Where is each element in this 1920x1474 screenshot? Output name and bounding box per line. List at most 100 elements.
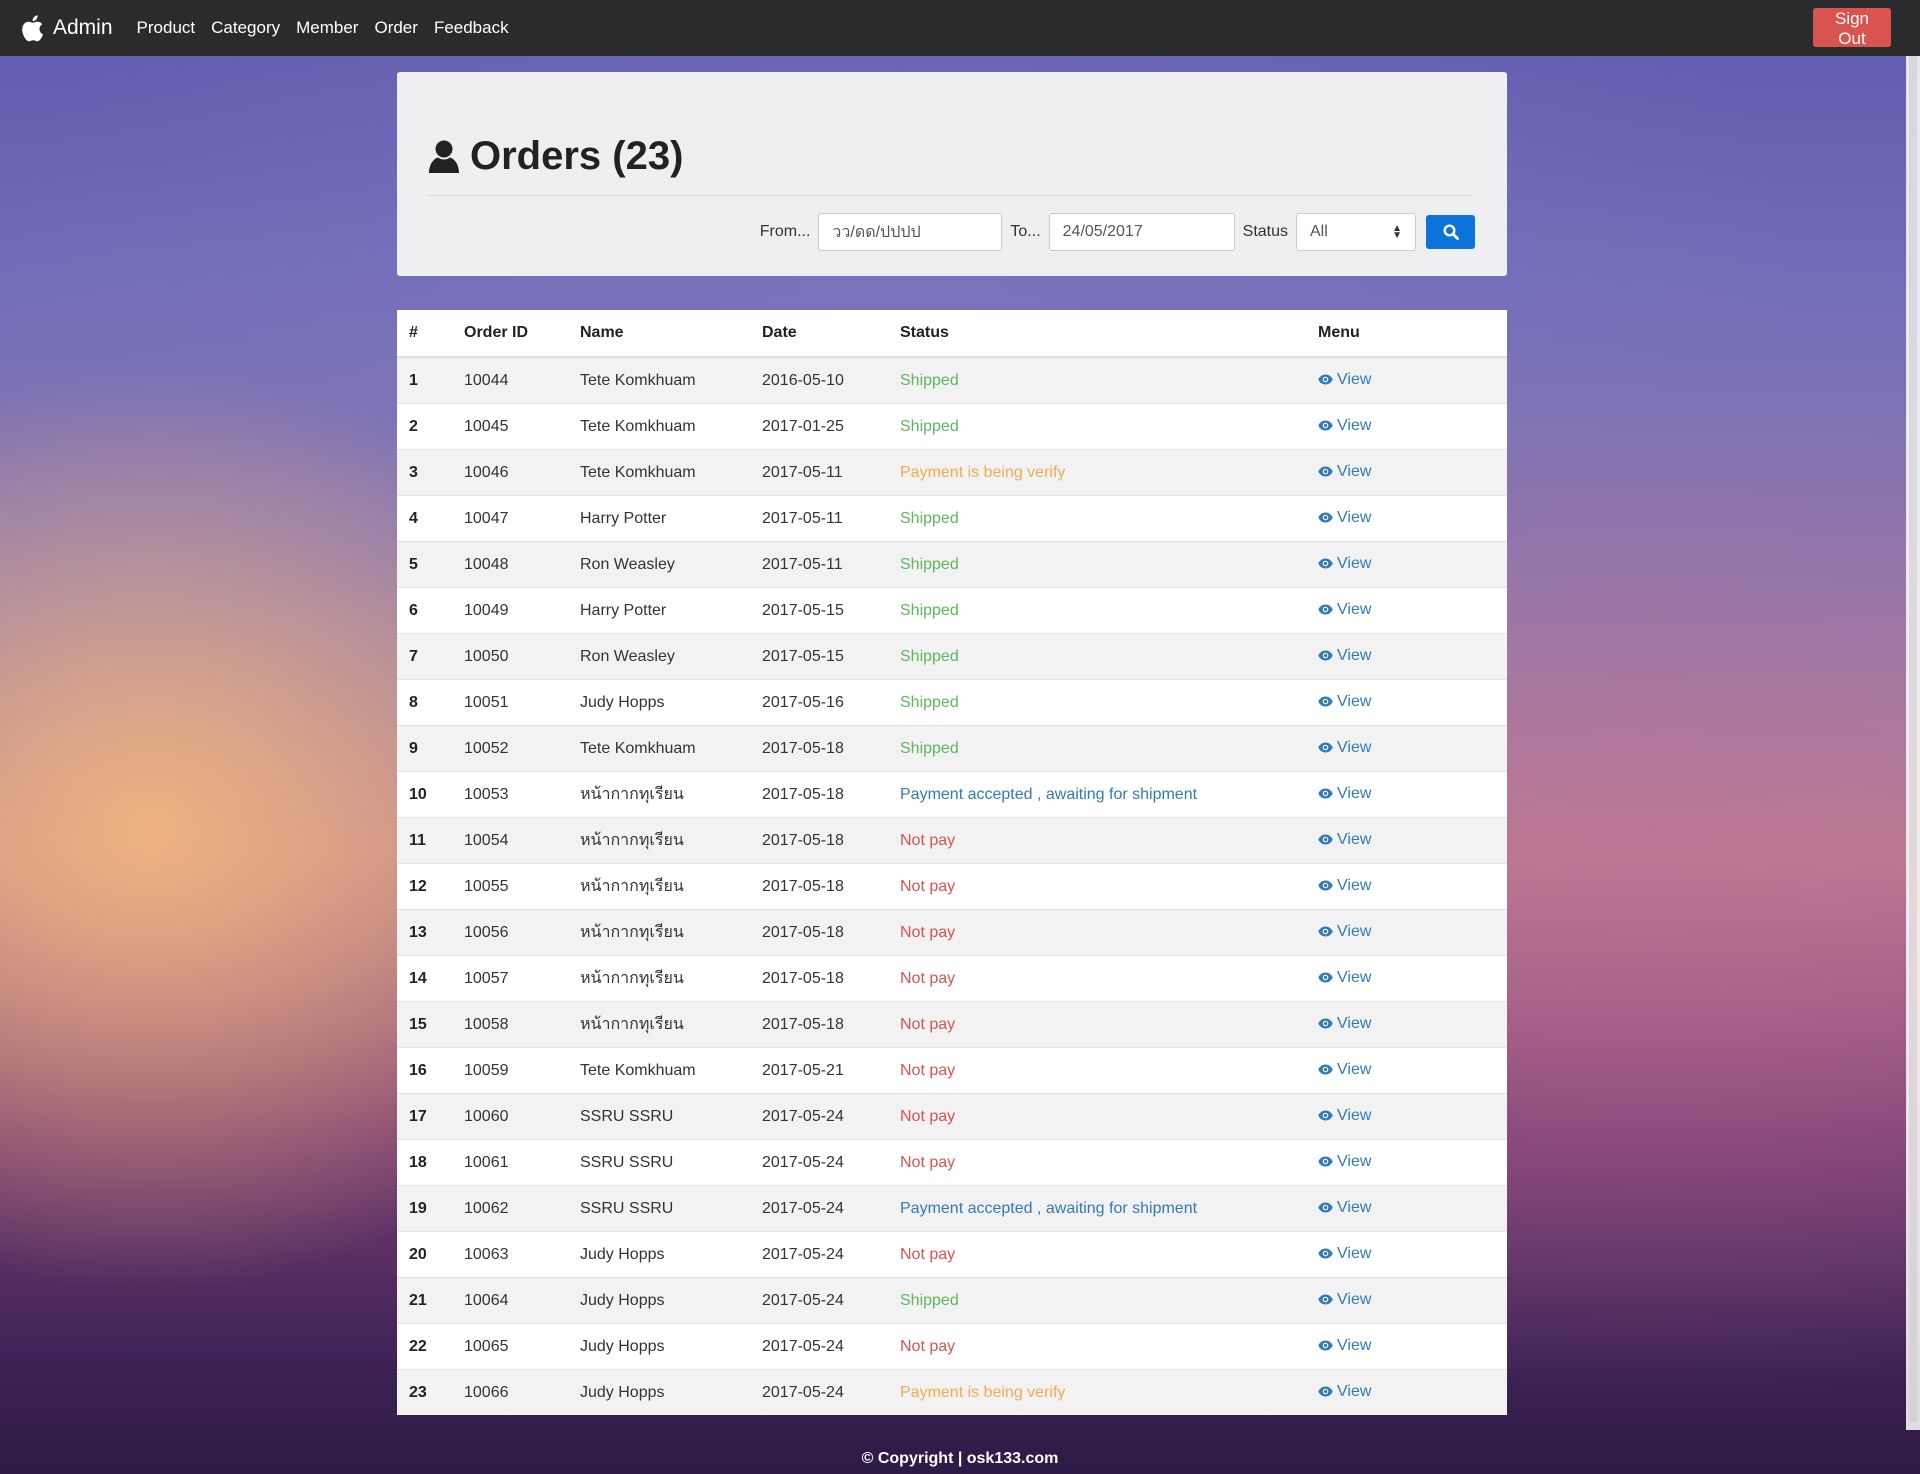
nav-member[interactable]: Member xyxy=(296,18,358,38)
divider xyxy=(428,195,1473,196)
order-id: 10051 xyxy=(452,679,568,726)
view-link[interactable]: View xyxy=(1318,785,1371,803)
order-id: 10061 xyxy=(452,1139,568,1186)
view-link[interactable]: View xyxy=(1318,693,1371,711)
search-button[interactable] xyxy=(1426,215,1475,249)
view-link[interactable]: View xyxy=(1318,555,1371,573)
customer-name: หน้ากากทุเรียน xyxy=(568,909,750,956)
view-link[interactable]: View xyxy=(1318,1383,1371,1401)
menu-cell: View xyxy=(1306,909,1507,956)
menu-cell: View xyxy=(1306,1231,1507,1278)
menu-cell: View xyxy=(1306,817,1507,864)
view-link[interactable]: View xyxy=(1318,1061,1371,1079)
order-date: 2017-05-15 xyxy=(750,587,888,634)
order-status: Not pay xyxy=(888,909,1306,956)
view-link[interactable]: View xyxy=(1318,371,1371,389)
view-label: View xyxy=(1337,1152,1372,1170)
order-date: 2017-01-25 xyxy=(750,403,888,450)
col-order-id: Order ID xyxy=(452,310,568,358)
table-row: 12 10055 หน้ากากทุเรียน 2017-05-18 Not pay Vi… xyxy=(397,863,1507,910)
nav-product[interactable]: Product xyxy=(137,18,196,38)
order-id: 10066 xyxy=(452,1369,568,1415)
eye-icon xyxy=(1318,972,1333,983)
order-status: Not pay xyxy=(888,1093,1306,1140)
eye-icon xyxy=(1318,1386,1333,1397)
order-status: Not pay xyxy=(888,863,1306,910)
eye-icon xyxy=(1318,880,1333,891)
order-status: Shipped xyxy=(888,587,1306,634)
view-label: View xyxy=(1337,830,1372,848)
view-label: View xyxy=(1337,462,1372,480)
view-link[interactable]: View xyxy=(1318,1245,1371,1263)
view-label: View xyxy=(1337,1014,1372,1032)
scrollbar[interactable] xyxy=(1906,56,1920,1430)
view-link[interactable]: View xyxy=(1318,1291,1371,1309)
view-link[interactable]: View xyxy=(1318,601,1371,619)
menu-cell: View xyxy=(1306,955,1507,1002)
view-link[interactable]: View xyxy=(1318,877,1371,895)
eye-icon xyxy=(1318,1110,1333,1121)
from-label: From... xyxy=(759,223,811,240)
customer-name: Tete Komkhuam xyxy=(568,449,750,496)
order-date: 2017-05-16 xyxy=(750,679,888,726)
status-label: Status xyxy=(1242,223,1288,240)
view-link[interactable]: View xyxy=(1318,1199,1371,1217)
order-status: Not pay xyxy=(888,1139,1306,1186)
menu-cell: View xyxy=(1306,495,1507,542)
menu-cell: View xyxy=(1306,449,1507,496)
order-id: 10048 xyxy=(452,541,568,588)
sign-out-button[interactable]: Sign Out xyxy=(1813,8,1891,48)
row-number: 1 xyxy=(397,356,452,404)
nav-order[interactable]: Order xyxy=(374,18,417,38)
view-link[interactable]: View xyxy=(1318,969,1371,987)
row-number: 16 xyxy=(397,1047,452,1094)
view-link[interactable]: View xyxy=(1318,923,1371,941)
order-id: 10052 xyxy=(452,725,568,772)
col-number: # xyxy=(397,310,452,358)
menu-cell: View xyxy=(1306,1139,1507,1186)
menu-cell: View xyxy=(1306,1323,1507,1370)
to-date-input[interactable]: 24/05/2017 xyxy=(1048,213,1235,251)
order-date: 2017-05-18 xyxy=(750,725,888,772)
eye-icon xyxy=(1318,512,1333,523)
view-link[interactable]: View xyxy=(1318,1015,1371,1033)
view-link[interactable]: View xyxy=(1318,1153,1371,1171)
view-link[interactable]: View xyxy=(1318,463,1371,481)
order-status: Shipped xyxy=(888,495,1306,542)
scrollbar-thumb[interactable] xyxy=(1909,56,1917,1422)
from-date-input[interactable]: วว/ดด/ปปปป xyxy=(818,213,1003,251)
status-select[interactable]: All ▲ ▼ xyxy=(1296,213,1416,251)
view-link[interactable]: View xyxy=(1318,647,1371,665)
view-label: View xyxy=(1337,1290,1372,1308)
view-label: View xyxy=(1337,600,1372,618)
view-link[interactable]: View xyxy=(1318,417,1371,435)
view-link[interactable]: View xyxy=(1318,509,1371,527)
view-link[interactable]: View xyxy=(1318,831,1371,849)
table-row: 13 10056 หน้ากากทุเรียน 2017-05-18 Not pay Vi… xyxy=(397,909,1507,956)
view-label: View xyxy=(1337,922,1372,940)
view-label: View xyxy=(1337,1198,1372,1216)
view-link[interactable]: View xyxy=(1318,1337,1371,1355)
table-row: 5 10048 Ron Weasley 2017-05-11 Shipped View xyxy=(397,541,1507,588)
nav-category[interactable]: Category xyxy=(211,18,280,38)
col-name: Name xyxy=(568,310,750,358)
order-date: 2017-05-24 xyxy=(750,1323,888,1370)
view-label: View xyxy=(1337,554,1372,572)
nav-feedback[interactable]: Feedback xyxy=(434,18,509,38)
order-status: Not pay xyxy=(888,955,1306,1002)
order-status: Payment accepted , awaiting for shipment xyxy=(888,771,1306,818)
order-date: 2017-05-11 xyxy=(750,449,888,496)
menu-cell: View xyxy=(1306,1369,1507,1415)
row-number: 20 xyxy=(397,1231,452,1278)
row-number: 15 xyxy=(397,1001,452,1048)
order-id: 10054 xyxy=(452,817,568,864)
order-date: 2017-05-24 xyxy=(750,1185,888,1232)
table-row: 9 10052 Tete Komkhuam 2017-05-18 Shipped View xyxy=(397,725,1507,772)
view-link[interactable]: View xyxy=(1318,1107,1371,1125)
brand[interactable]: Admin xyxy=(18,13,113,43)
eye-icon xyxy=(1318,1294,1333,1305)
row-number: 21 xyxy=(397,1277,452,1324)
view-link[interactable]: View xyxy=(1318,739,1371,757)
view-label: View xyxy=(1337,692,1372,710)
col-status: Status xyxy=(888,310,1306,358)
